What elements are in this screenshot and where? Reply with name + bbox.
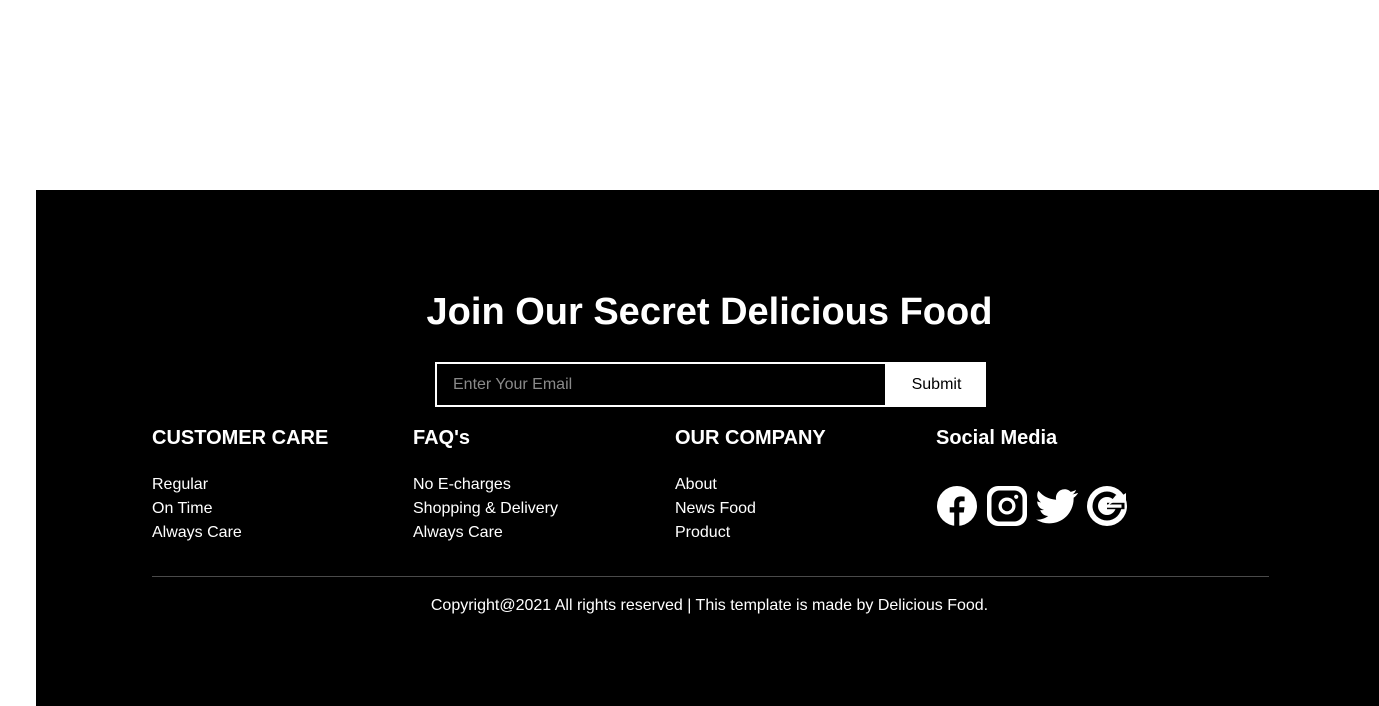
social-media-heading: Social Media xyxy=(936,427,1058,449)
footer-link-shopping-delivery[interactable]: Shopping & Delivery xyxy=(413,497,558,521)
social-icons xyxy=(936,485,1128,527)
footer-link-always-care-faq[interactable]: Always Care xyxy=(413,521,558,545)
email-input[interactable] xyxy=(435,362,887,407)
footer-link-regular[interactable]: Regular xyxy=(152,473,328,497)
newsletter-title: Join Our Secret Delicious Food xyxy=(36,289,1379,335)
our-company-column: OUR COMPANY About News Food Product xyxy=(675,426,826,545)
customer-care-heading: CUSTOMER CARE xyxy=(152,427,329,449)
footer-link-on-time[interactable]: On Time xyxy=(152,497,328,521)
faqs-column: FAQ's No E-charges Shopping & Delivery A… xyxy=(413,426,558,545)
facebook-icon[interactable] xyxy=(936,485,978,527)
footer-link-always-care[interactable]: Always Care xyxy=(152,521,328,545)
copyright-text: Copyright@2021 All rights reserved | Thi… xyxy=(430,597,989,614)
faqs-heading: FAQ's xyxy=(413,427,470,449)
footer-link-no-e-charges[interactable]: No E-charges xyxy=(413,473,558,497)
footer-link-about[interactable]: About xyxy=(675,473,826,497)
footer-divider xyxy=(152,576,1269,577)
instagram-icon[interactable] xyxy=(986,485,1028,527)
copyright: Copyright@2021 All rights reserved | Thi… xyxy=(36,595,1379,617)
customer-care-column: CUSTOMER CARE Regular On Time Always Car… xyxy=(152,426,328,545)
footer-link-news-food[interactable]: News Food xyxy=(675,497,826,521)
submit-button[interactable]: Submit xyxy=(887,362,986,407)
our-company-heading: OUR COMPANY xyxy=(675,427,826,449)
social-media-column: Social Media xyxy=(936,426,1128,527)
our-company-links: About News Food Product xyxy=(675,473,826,545)
site-footer: Join Our Secret Delicious Food Submit CU… xyxy=(36,190,1379,706)
google-icon[interactable] xyxy=(1086,485,1128,527)
customer-care-links: Regular On Time Always Care xyxy=(152,473,328,545)
footer-link-product[interactable]: Product xyxy=(675,521,826,545)
newsletter-title-text: Join Our Secret Delicious Food xyxy=(426,291,993,333)
twitter-icon[interactable] xyxy=(1036,485,1078,527)
newsletter-form: Submit xyxy=(435,362,986,407)
faqs-links: No E-charges Shopping & Delivery Always … xyxy=(413,473,558,545)
